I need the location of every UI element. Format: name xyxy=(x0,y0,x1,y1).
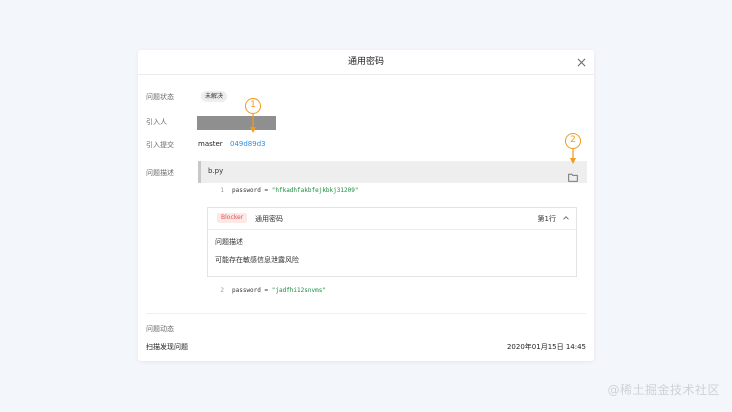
issue-desc-title: 问题描述 xyxy=(215,238,243,246)
dialog-title: 通用密码 xyxy=(347,57,384,67)
code-prefix: password = xyxy=(232,287,272,294)
status-badge: 未解决 xyxy=(201,91,228,102)
commit-label: 引入提交 xyxy=(146,141,174,149)
callout-marker: 2 xyxy=(565,133,581,149)
code-text: password = "hfkadhfakbfejkbkj31209" xyxy=(232,187,358,194)
line-number: 2 xyxy=(220,287,224,294)
severity-badge: Blocker xyxy=(217,213,248,223)
close-icon[interactable] xyxy=(577,58,586,67)
callout-arrow-icon xyxy=(250,114,256,133)
file-name: b.py xyxy=(208,167,224,175)
code-prefix: password = xyxy=(232,187,272,194)
issue-card: Blocker 通用密码 第1行 问题描述 可能存在敏感信息泄露风险 xyxy=(207,207,577,277)
folder-icon[interactable] xyxy=(568,173,578,182)
open-file-button[interactable] xyxy=(568,167,579,182)
header-divider xyxy=(138,74,594,75)
description-label: 问题描述 xyxy=(146,169,174,177)
chevron-up-icon[interactable] xyxy=(562,214,570,222)
callout-marker: 1 xyxy=(245,98,261,114)
redacted-introducer xyxy=(197,116,276,130)
code-string: "jadfhi12snvms" xyxy=(271,287,326,294)
watermark: @稀土掘金技术社区 xyxy=(607,383,720,397)
line-number: 1 xyxy=(220,187,224,194)
activity-text: 扫描发现问题 xyxy=(146,343,188,351)
issue-dialog: 通用密码 问题状态 未解决 引入人 引入提交 master 049d89d3 问… xyxy=(138,50,594,361)
callout-arrow-icon xyxy=(570,149,576,164)
code-text: password = "jadfhi12snvms" xyxy=(232,287,326,294)
issue-title: 通用密码 xyxy=(255,215,283,223)
branch-name: master xyxy=(198,140,223,148)
commit-hash-link[interactable]: 049d89d3 xyxy=(230,140,266,148)
file-header: b.py xyxy=(198,161,587,183)
section-divider xyxy=(146,313,586,314)
issue-header[interactable]: Blocker 通用密码 第1行 xyxy=(208,208,576,230)
code-string: "hfkadhfakbfejkbkj31209" xyxy=(271,187,359,194)
status-label: 问题状态 xyxy=(146,93,174,101)
close-button[interactable] xyxy=(574,55,588,69)
issue-desc-text: 可能存在敏感信息泄露风险 xyxy=(215,256,299,264)
introducer-label: 引入人 xyxy=(146,118,167,126)
activity-time: 2020年01月15日 14:45 xyxy=(506,343,586,351)
activity-title: 问题动态 xyxy=(146,325,174,333)
code-panel: b.py 1 password = "hfkadhfakbfejkbkj3120… xyxy=(198,161,587,299)
issue-line-number: 第1行 xyxy=(537,215,556,223)
